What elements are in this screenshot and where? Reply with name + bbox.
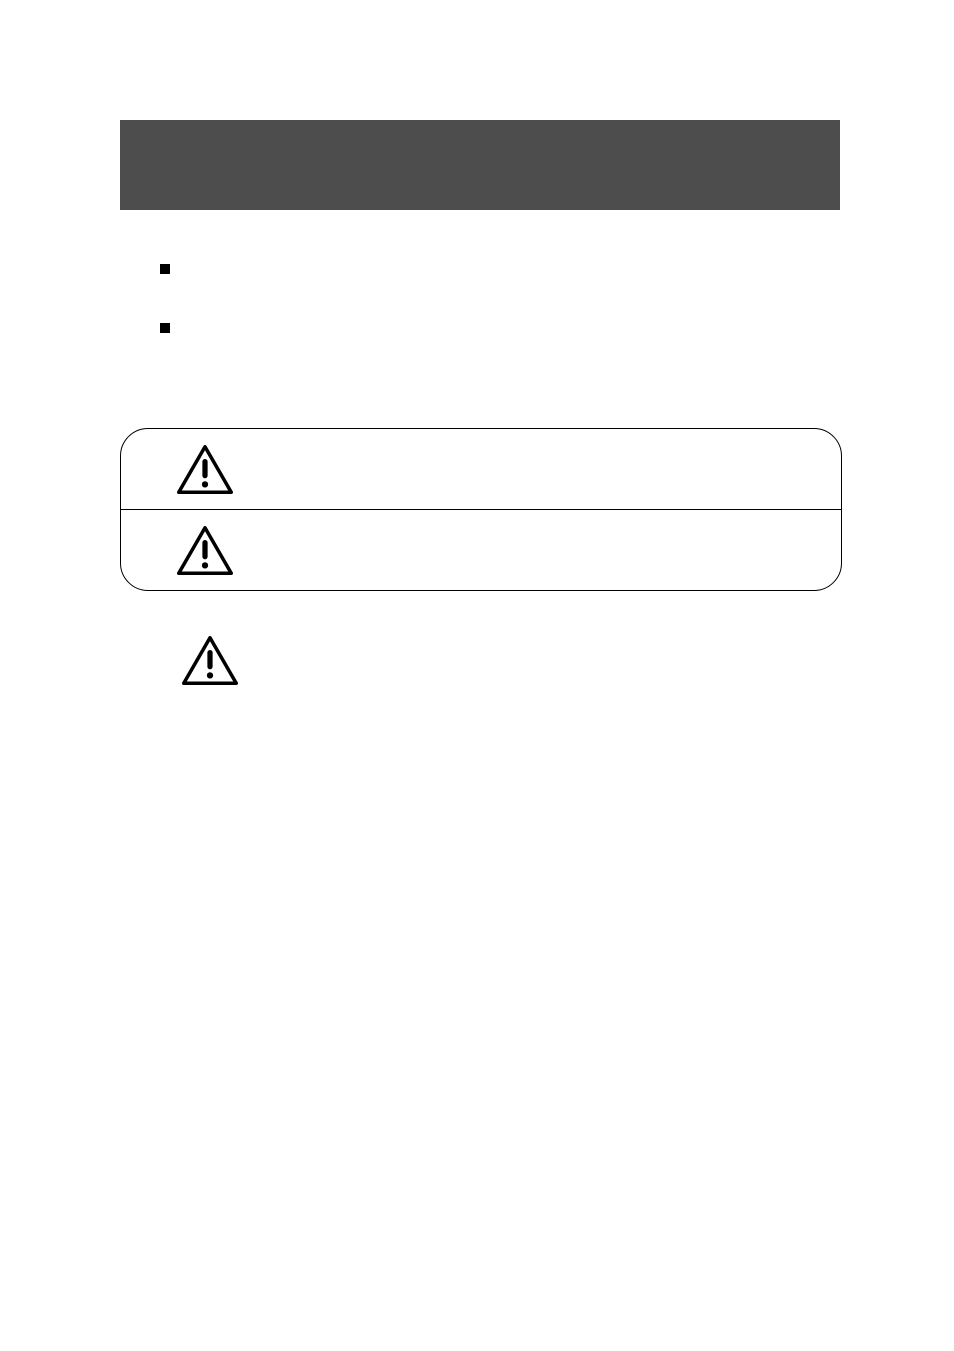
warning-triangle-icon <box>182 636 238 685</box>
inline-warning-row <box>182 636 262 685</box>
list-item <box>160 317 800 338</box>
bullet-square-icon <box>160 323 170 333</box>
callout-row <box>121 429 841 509</box>
callout-row <box>121 510 841 590</box>
document-page <box>0 0 954 1351</box>
warning-triangle-icon <box>177 445 233 494</box>
warning-triangle-icon <box>177 526 233 575</box>
list-item <box>160 258 800 279</box>
bullet-square-icon <box>160 264 170 274</box>
bullet-list <box>160 258 800 376</box>
warning-callout-box <box>120 428 842 591</box>
section-header-bar <box>120 120 840 210</box>
